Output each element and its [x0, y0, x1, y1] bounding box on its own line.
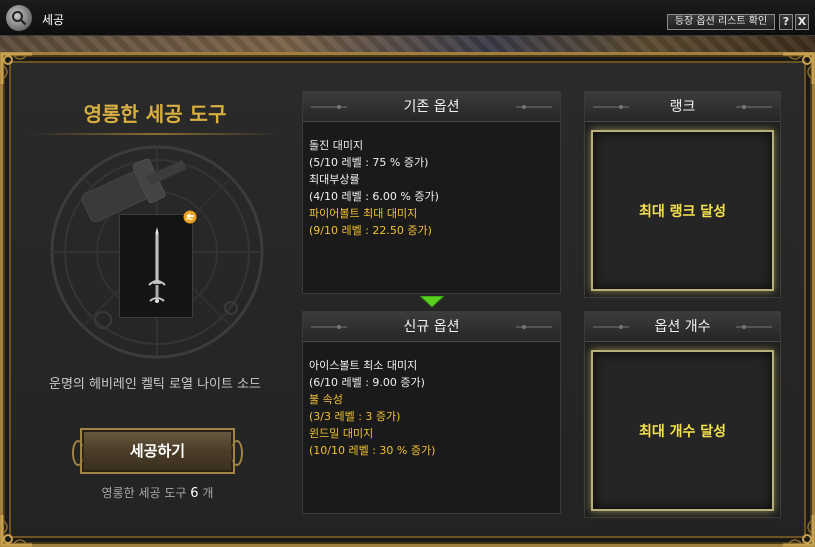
rank-panel: 랭크 최대 랭크 달성	[584, 91, 781, 298]
corner-ornament-icon	[0, 52, 34, 86]
item-name: 운명의 헤비레인 켈틱 로열 나이트 소드	[48, 377, 262, 392]
tool-count-value: 6	[190, 486, 199, 501]
option-count-panel: 옵션 개수 최대 개수 달성	[584, 311, 781, 518]
header-ornament-icon	[516, 105, 552, 109]
title-divider	[30, 133, 280, 135]
header-ornament-icon	[593, 325, 629, 329]
option-line: (3/3 레벨 : 3 증가)	[309, 410, 401, 423]
rank-header: 랭크	[585, 92, 780, 122]
tool-title: 영롱한 세공 도구	[83, 102, 227, 126]
option-line: (5/10 레벨 : 75 % 증가)	[309, 156, 429, 169]
magnifier-icon	[6, 5, 32, 31]
arrow-down-icon	[420, 296, 444, 308]
existing-options-title: 기존 옵션	[403, 99, 460, 115]
new-options-title: 신규 옵션	[403, 319, 460, 335]
header-ornament-icon	[311, 105, 347, 109]
help-button[interactable]: ?	[779, 14, 793, 30]
sword-icon	[148, 227, 166, 303]
close-button[interactable]: X	[795, 14, 809, 30]
header-ornament-icon	[593, 105, 629, 109]
option-line: 파이어볼트 최대 대미지	[309, 207, 418, 220]
corner-ornament-icon	[781, 513, 815, 547]
header-ornament-icon	[311, 325, 347, 329]
rank-title: 랭크	[669, 99, 696, 115]
option-line: (10/10 레벨 : 30 % 증가)	[309, 444, 436, 457]
option-count-status: 최대 개수 달성	[591, 350, 774, 511]
option-line: (6/10 레벨 : 9.00 증가)	[309, 376, 425, 389]
option-line: (4/10 레벨 : 6.00 % 증가)	[309, 190, 439, 203]
header-ornament-icon	[736, 325, 772, 329]
existing-options-list: 돌진 대미지 (5/10 레벨 : 75 % 증가) 최대부상률 (4/10 레…	[303, 123, 560, 293]
rank-status: 최대 랭크 달성	[591, 130, 774, 291]
header-ornament-icon	[516, 325, 552, 329]
option-line: 불 속성	[309, 393, 343, 406]
option-count-header: 옵션 개수	[585, 312, 780, 342]
tool-count: 영롱한 세공 도구 6 개	[40, 484, 275, 501]
option-count-title: 옵션 개수	[654, 319, 711, 335]
window-title: 세공	[42, 13, 65, 27]
new-options-header: 신규 옵션	[303, 312, 560, 342]
header-ornament-icon	[736, 105, 772, 109]
corner-ornament-icon	[0, 513, 34, 547]
craft-button[interactable]: 세공하기	[72, 428, 243, 474]
option-line: 아이스볼트 최소 대미지	[309, 359, 418, 372]
option-line: (9/10 레벨 : 22.50 증가)	[309, 224, 432, 237]
option-list-button[interactable]: 등장 옵션 리스트 확인	[667, 14, 775, 30]
new-options-panel: 신규 옵션 아이스볼트 최소 대미지 (6/10 레벨 : 9.00 증가) 불…	[302, 311, 561, 514]
option-line: 돌진 대미지	[309, 139, 364, 152]
existing-options-header: 기존 옵션	[303, 92, 560, 122]
option-line: 최대부상률	[309, 173, 360, 186]
existing-options-panel: 기존 옵션 돌진 대미지 (5/10 레벨 : 75 % 증가) 최대부상률 (…	[302, 91, 561, 294]
corner-ornament-icon	[781, 52, 815, 86]
option-line: 윈드밀 대미지	[309, 427, 374, 440]
tool-count-unit: 개	[202, 486, 214, 500]
tool-count-label: 영롱한 세공 도구	[101, 486, 187, 500]
title-bar[interactable]: 세공 등장 옵션 리스트 확인 ? X	[0, 0, 815, 36]
item-slot[interactable]	[119, 214, 193, 318]
new-options-list: 아이스볼트 최소 대미지 (6/10 레벨 : 9.00 증가) 불 속성 (3…	[303, 343, 560, 513]
swap-icon[interactable]	[183, 209, 197, 224]
